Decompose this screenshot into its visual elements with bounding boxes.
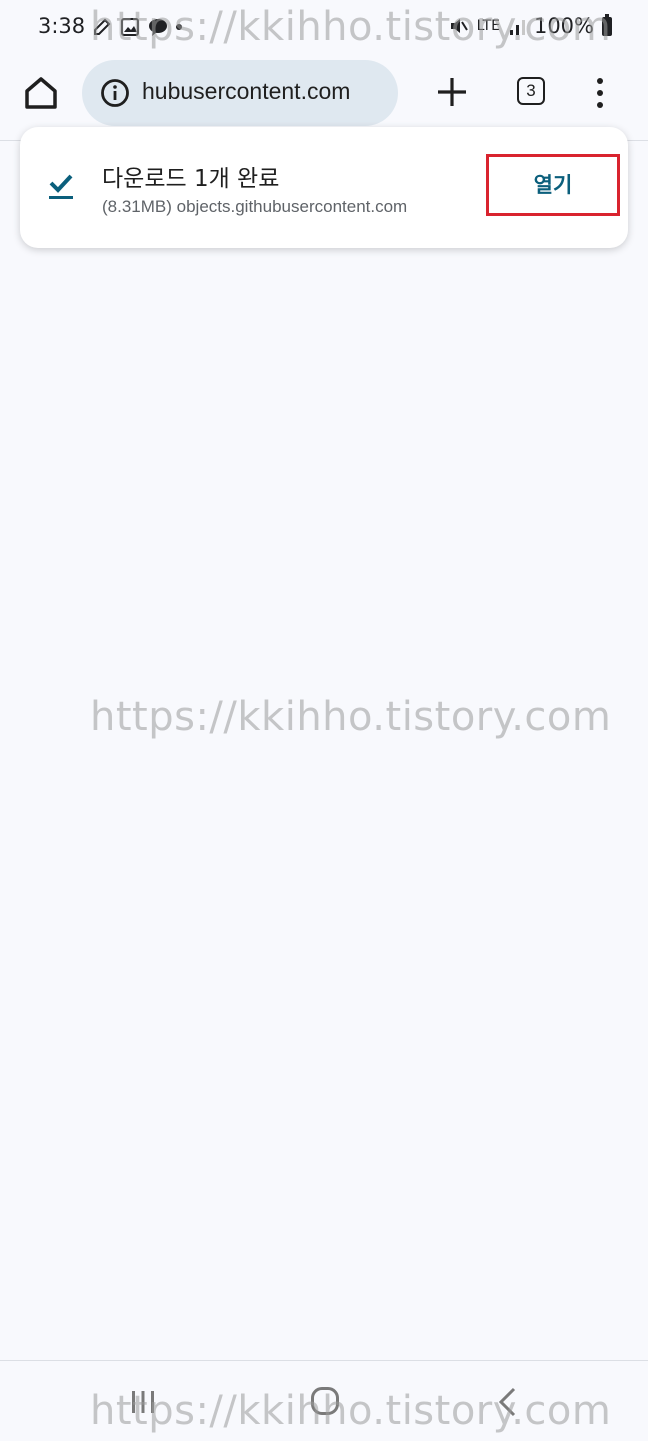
tab-switcher-button[interactable]: 3 [517, 77, 545, 105]
battery-icon [602, 13, 612, 36]
back-icon[interactable] [496, 1387, 518, 1417]
open-button[interactable]: 열기 [486, 154, 620, 216]
notification-icons [92, 16, 182, 38]
home-button[interactable] [311, 1387, 339, 1415]
recent-apps-icon[interactable] [128, 1389, 158, 1415]
status-bar: 3:38 LTE 100% [0, 0, 648, 54]
signal-icon [509, 20, 525, 35]
status-time: 3:38 [38, 14, 86, 38]
download-complete-card: 다운로드 1개 완료 (8.31MB) objects.githubuserco… [20, 127, 628, 248]
home-icon[interactable] [22, 74, 60, 112]
edit-icon [94, 18, 111, 35]
system-nav-bar [0, 1360, 648, 1441]
info-icon[interactable] [100, 78, 130, 108]
network-type: LTE [476, 18, 500, 34]
download-title: 다운로드 1개 완료 [102, 166, 280, 192]
watermark: https://kkihho.tistory.com [90, 694, 612, 740]
more-menu-icon[interactable] [592, 76, 608, 110]
url-text: hubusercontent.com [142, 78, 351, 104]
battery-level: 100% [533, 14, 594, 38]
download-detail: (8.31MB) objects.githubusercontent.com [102, 197, 408, 216]
kakaotalk-icon [149, 19, 167, 36]
new-tab-icon[interactable] [434, 74, 470, 110]
status-right: LTE 100% [449, 13, 612, 38]
mute-icon [450, 19, 468, 33]
download-done-icon [49, 174, 73, 199]
gallery-icon [121, 18, 139, 36]
more-notifications-icon [176, 24, 182, 30]
address-bar[interactable]: hubusercontent.com [82, 60, 398, 126]
